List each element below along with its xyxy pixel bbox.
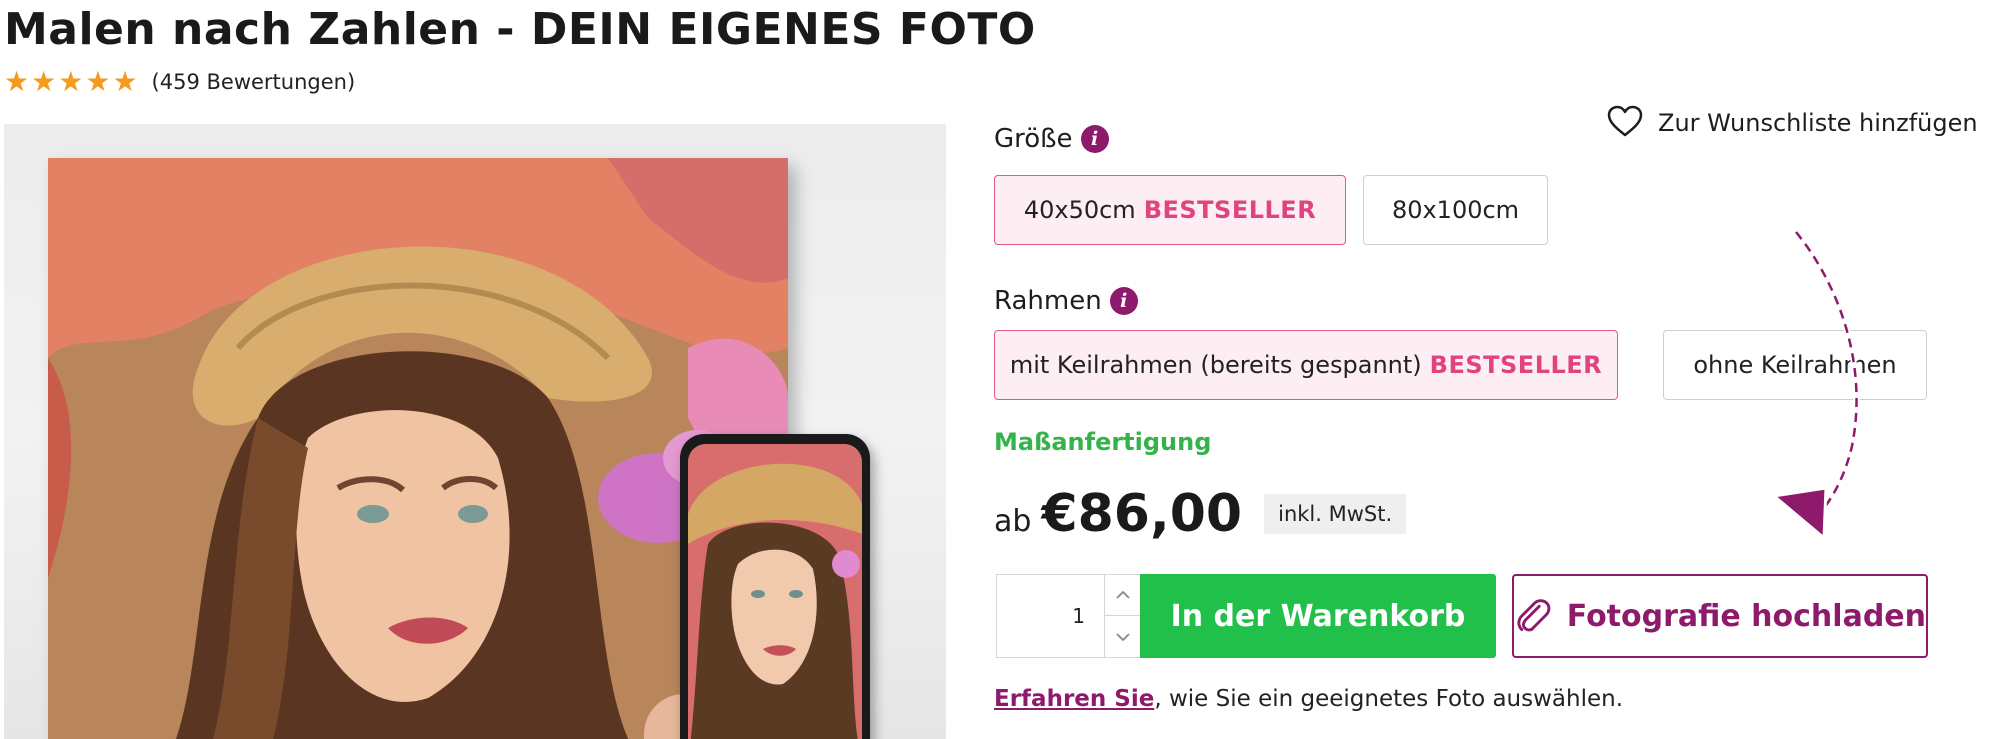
heart-icon <box>1606 104 1644 142</box>
quantity-input[interactable] <box>997 575 1103 656</box>
rating-stars: ★ ★ ★ ★ ★ <box>4 68 138 96</box>
custom-made-note: Maßanfertigung <box>994 428 1212 456</box>
tax-note: inkl. MwSt. <box>1264 494 1407 534</box>
size-option-80x100[interactable]: 80x100cm <box>1363 175 1548 245</box>
painted-canvas-image <box>48 158 788 739</box>
frame-option-label: mit Keilrahmen (bereits gespannt) <box>1009 351 1422 379</box>
bestseller-badge: BESTSELLER <box>1143 196 1317 224</box>
product-title: Malen nach Zahlen - DEIN EIGENES FOTO <box>4 4 1036 55</box>
quantity-decrement-button[interactable] <box>1104 616 1140 657</box>
dashed-arrow-icon <box>1772 230 1860 540</box>
bestseller-badge: BESTSELLER <box>1429 351 1603 379</box>
size-option-40x50[interactable]: 40x50cm BESTSELLER <box>994 175 1346 245</box>
product-rating[interactable]: ★ ★ ★ ★ ★ (459 Bewertungen) <box>4 68 355 96</box>
frame-label-text: Rahmen <box>994 286 1102 316</box>
quantity-increment-button[interactable] <box>1104 575 1140 616</box>
wishlist-label: Zur Wunschliste hinzfügen <box>1658 109 1978 137</box>
learn-more-link[interactable]: Erfahren Sie <box>994 686 1154 712</box>
quantity-stepper[interactable] <box>996 574 1140 658</box>
star-icon: ★ <box>58 65 84 98</box>
paperclip-icon <box>1517 599 1551 632</box>
phone-photo <box>688 444 862 739</box>
size-option-label: 80x100cm <box>1391 196 1520 224</box>
star-icon: ★ <box>112 65 138 98</box>
price-row: ab €86,00 inkl. MwSt. <box>994 484 1407 544</box>
info-icon[interactable]: i <box>1080 125 1109 153</box>
chevron-up-icon <box>1115 590 1130 599</box>
size-option-label: 40x50cm <box>1023 196 1136 224</box>
star-icon: ★ <box>31 65 57 98</box>
star-icon: ★ <box>85 65 111 98</box>
learn-more-rest: , wie Sie ein geeignetes Foto auswählen. <box>1154 686 1624 712</box>
product-image[interactable] <box>4 124 946 739</box>
review-count-link[interactable]: (459 Bewertungen) <box>152 70 356 94</box>
price-prefix: ab <box>994 503 1032 539</box>
chevron-down-icon <box>1115 632 1130 641</box>
frame-label: Rahmen i <box>994 286 1138 316</box>
size-label-text: Größe <box>994 124 1073 154</box>
info-icon[interactable]: i <box>1109 287 1138 315</box>
size-label: Größe i <box>994 124 1109 154</box>
add-to-wishlist-link[interactable]: Zur Wunschliste hinzfügen <box>1606 104 1978 142</box>
price-amount: €86,00 <box>1041 484 1243 544</box>
learn-more-text: Erfahren Sie, wie Sie ein geeignetes Fot… <box>994 686 1623 712</box>
upload-photo-label: Fotografie hochladen <box>1566 598 1926 634</box>
smartphone-image <box>680 434 870 739</box>
star-icon: ★ <box>4 65 30 98</box>
frame-option-with-stretcher[interactable]: mit Keilrahmen (bereits gespannt) BESTSE… <box>994 330 1618 400</box>
upload-photo-button[interactable]: Fotografie hochladen <box>1512 574 1928 658</box>
add-to-cart-button[interactable]: In der Warenkorb <box>1140 574 1496 658</box>
